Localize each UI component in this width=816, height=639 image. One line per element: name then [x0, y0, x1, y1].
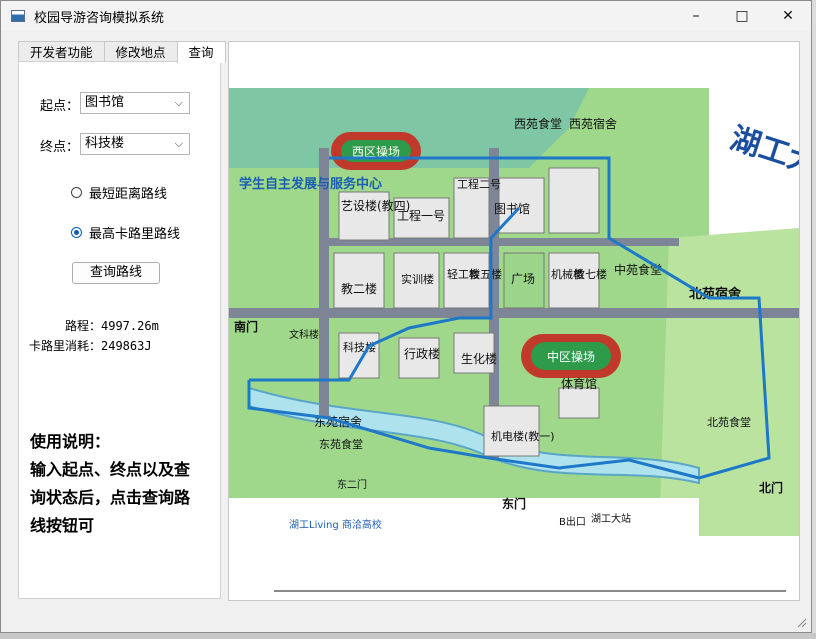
map-label-train: 实训楼	[401, 272, 434, 286]
maximize-icon: □	[735, 8, 749, 24]
chevron-down-icon: ⌵	[174, 96, 183, 109]
campus-map: 西区操场 中区操场 西苑食堂 西苑宿舍 艺设楼(教四) 工程一号 工程二号 图书…	[229, 88, 799, 536]
end-label: 终点：	[40, 140, 80, 155]
title-bar[interactable]: 校园导游咨询模拟系统 – □ ✕	[1, 1, 811, 31]
radio-shortest[interactable]: 最短距离路线	[71, 183, 167, 202]
map-label-north-canteen: 北苑食堂	[707, 415, 751, 429]
start-select-value: 图书馆	[85, 95, 125, 110]
map-label-station: 湖工大站	[591, 512, 631, 525]
map-label-mid-field: 中区操场	[547, 349, 595, 364]
map-label-wenke: 文科楼	[289, 328, 319, 341]
map-label-east2-gate: 东二门	[337, 478, 367, 491]
map-label-b-exit: B出口	[559, 515, 586, 528]
minimize-button[interactable]: –	[673, 1, 719, 31]
map-view[interactable]: 西区操场 中区操场 西苑食堂 西苑宿舍 艺设楼(教四) 工程一号 工程二号 图书…	[228, 41, 800, 601]
map-label-eng1: 工程一号	[397, 208, 445, 223]
usage-text: 输入起点、终点以及查询状态后，点击查询路线按钮可	[30, 460, 191, 535]
start-label: 起点：	[40, 99, 80, 114]
minimize-icon: –	[692, 8, 700, 24]
tab-bar: 开发者功能 修改地点 查询	[18, 41, 226, 63]
start-select[interactable]: 图书馆 ⌵	[80, 92, 190, 114]
resize-grip-icon[interactable]	[797, 618, 807, 628]
west-field: 西区操场	[331, 132, 421, 170]
maximize-button[interactable]: □	[719, 1, 765, 31]
map-label-north-dorm: 北苑宿舍	[689, 286, 742, 302]
map-label-east-gate: 东门	[502, 496, 526, 511]
radio-checked-icon	[71, 227, 82, 238]
map-label-bio: 生化楼	[461, 351, 497, 366]
window-title: 校园导游咨询模拟系统	[34, 10, 165, 26]
map-label-teach5: 教五楼	[469, 267, 502, 281]
map-label-eng2: 工程二号	[457, 178, 501, 191]
taskbar-strip	[0, 633, 816, 639]
tab-modify-location[interactable]: 修改地点	[103, 41, 178, 62]
usage-instructions: 使用说明： 输入起点、终点以及查询状态后，点击查询路线按钮可	[30, 428, 205, 540]
map-label-teach2: 教二楼	[341, 281, 377, 296]
map-banner: 学生自主发展与服务中心	[239, 176, 382, 192]
calorie-result: 卡路里消耗：249863J	[29, 339, 152, 353]
map-label-east-canteen: 东苑食堂	[319, 437, 363, 451]
map-label-admin: 行政楼	[404, 346, 440, 361]
horizontal-scrollbar[interactable]	[274, 590, 786, 592]
tab-query[interactable]: 查询	[176, 41, 226, 63]
radio-calorie[interactable]: 最高卡路里路线	[71, 223, 180, 242]
map-label-teach7: 教七楼	[574, 267, 607, 281]
chevron-down-icon: ⌵	[174, 137, 183, 150]
map-label-mechelec: 机电楼(教一)	[491, 429, 555, 443]
map-road-main	[229, 308, 799, 318]
end-select-value: 科技楼	[85, 136, 125, 151]
map-label-north-gate: 北门	[759, 480, 783, 495]
app-icon	[11, 10, 25, 22]
map-label-west-canteen: 西苑食堂	[514, 116, 562, 131]
distance-result: 路程：4997.26m	[65, 319, 159, 333]
mid-field: 中区操场	[521, 334, 621, 378]
radio-shortest-label: 最短距离路线	[89, 187, 168, 202]
map-footer: 湖工Living 商洽高校	[289, 518, 382, 531]
app-window: 校园导游咨询模拟系统 – □ ✕ 开发者功能 修改地点 查询 起点： 图书馆 ⌵…	[0, 0, 812, 633]
map-label-west-dorm: 西苑宿舍	[569, 116, 617, 131]
radio-calorie-label: 最高卡路里路线	[89, 227, 181, 242]
end-select[interactable]: 科技楼 ⌵	[80, 133, 190, 155]
usage-title: 使用说明：	[30, 432, 111, 451]
map-label-gym: 体育馆	[561, 376, 597, 391]
query-panel: 起点： 图书馆 ⌵ 终点： 科技楼 ⌵ 最短距离路线 最高卡路里路线 查询路线 …	[18, 61, 221, 599]
query-route-button[interactable]: 查询路线	[72, 262, 160, 284]
map-label-square: 广场	[511, 272, 535, 286]
tab-developer[interactable]: 开发者功能	[18, 41, 105, 62]
map-label-south-gate: 南门	[234, 319, 258, 334]
map-label-science: 科技楼	[343, 340, 376, 354]
close-icon: ✕	[782, 8, 794, 24]
radio-circle-icon	[71, 187, 82, 198]
close-button[interactable]: ✕	[765, 1, 811, 31]
